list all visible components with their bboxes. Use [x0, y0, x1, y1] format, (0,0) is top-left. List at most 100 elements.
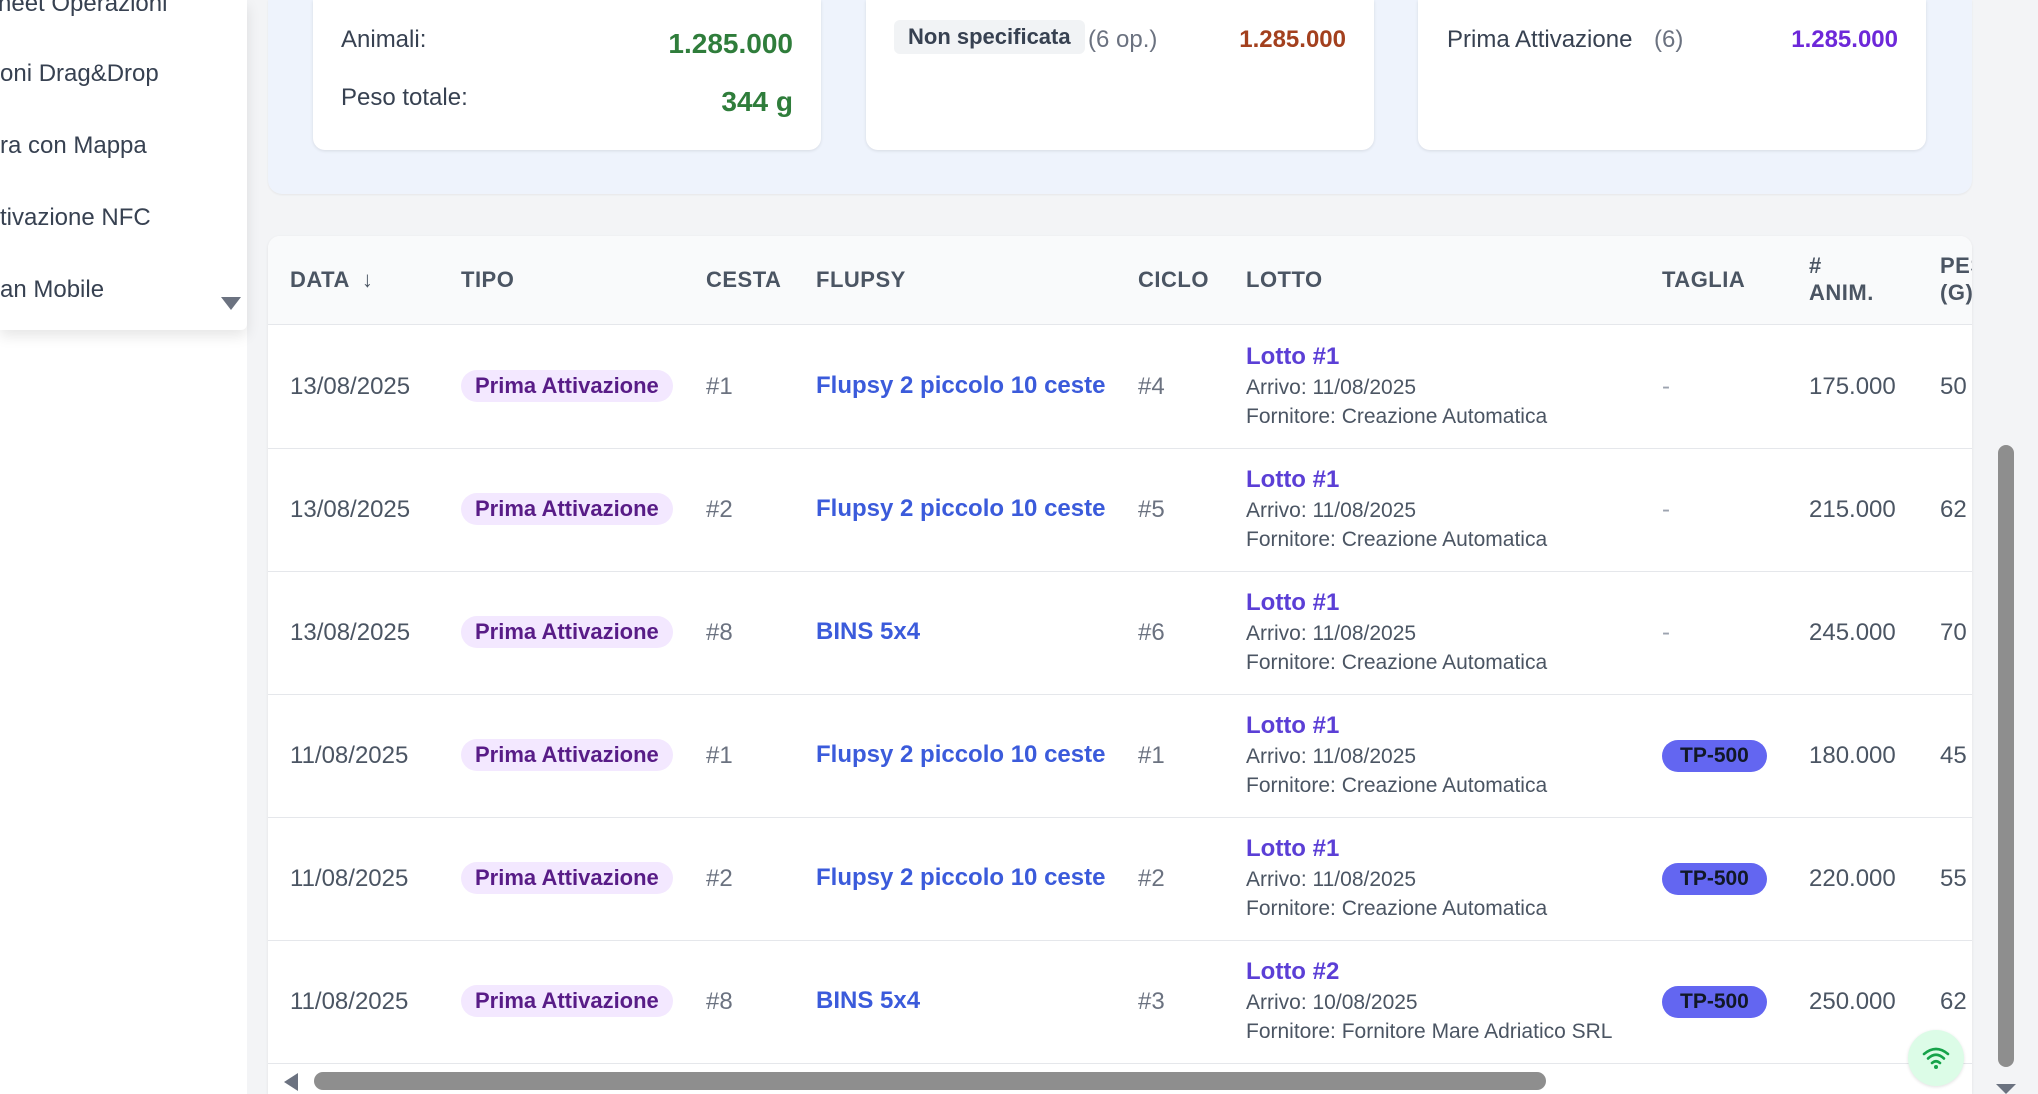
lotto-fornitore: Fornitore: Creazione Automatica: [1246, 897, 1548, 920]
peso-cell: 55: [1940, 865, 1967, 892]
column-header-animali-line1: #: [1809, 253, 1822, 278]
column-header-ciclo[interactable]: CICLO: [1138, 266, 1209, 293]
peso-cell: 62: [1940, 988, 1967, 1015]
animali-cell: 250.000: [1809, 988, 1896, 1015]
lotto-arrivo: Arrivo: 11/08/2025: [1246, 622, 1417, 645]
column-header-animali[interactable]: # ANIM.: [1809, 252, 1874, 306]
cesta-cell: #8: [706, 619, 733, 646]
flupsy-link[interactable]: Flupsy 2 piccolo 10 ceste: [816, 495, 1105, 523]
taglia-count: (6 op.): [1088, 26, 1158, 53]
table-header: DATA ↓ TIPO CESTA FLUPSY CICLO LOTTO TAGL…: [268, 236, 1972, 325]
column-header-tipo[interactable]: TIPO: [461, 266, 514, 293]
peso-cell: 45: [1940, 742, 1967, 769]
column-header-flupsy[interactable]: FLUPSY: [816, 266, 906, 293]
column-header-cesta[interactable]: CESTA: [706, 266, 781, 293]
data-cell: 13/08/2025: [290, 619, 411, 646]
arrow-down-icon: ↓: [361, 267, 374, 292]
stats-card-totals: Animali: 1.285.000 Peso totale: 344 g: [313, 0, 821, 150]
sidebar: heet Operazioni oni Drag&Drop ra con Map…: [0, 0, 247, 1094]
data-cell: 13/08/2025: [290, 496, 411, 523]
data-cell: 13/08/2025: [290, 373, 411, 400]
menu-item-vagliatura-con-mappa[interactable]: ra con Mappa: [0, 132, 147, 160]
lotto-arrivo: Arrivo: 11/08/2025: [1246, 745, 1417, 768]
menu-item-operazioni-drag-drop[interactable]: oni Drag&Drop: [0, 60, 159, 88]
tipo-value: 1.285.000: [1791, 26, 1898, 53]
animali-cell: 215.000: [1809, 496, 1896, 523]
flupsy-link[interactable]: BINS 5x4: [816, 618, 920, 646]
peso-totale-value: 344 g: [721, 86, 793, 117]
menu-item-spreadsheet-operazioni[interactable]: heet Operazioni: [0, 0, 167, 18]
lotto-link[interactable]: Lotto #1: [1246, 712, 1339, 740]
lotto-fornitore: Fornitore: Creazione Automatica: [1246, 528, 1548, 551]
peso-cell: 70: [1940, 619, 1967, 646]
animali-value: 1.285.000: [668, 28, 793, 59]
lotto-link[interactable]: Lotto #1: [1246, 835, 1339, 863]
peso-totale-label: Peso totale:: [341, 84, 468, 111]
taglia-cell: -: [1662, 496, 1670, 523]
column-header-data-label: DATA: [290, 267, 350, 292]
menu-item-scan-mobile[interactable]: an Mobile: [0, 276, 104, 304]
ciclo-cell: #2: [1138, 865, 1165, 892]
ciclo-cell: #3: [1138, 988, 1165, 1015]
scroll-down-icon[interactable]: [221, 297, 241, 310]
taglia-badge: TP-500: [1662, 863, 1767, 895]
cesta-cell: #2: [706, 496, 733, 523]
lotto-arrivo: Arrivo: 10/08/2025: [1246, 991, 1418, 1014]
tipo-count: (6): [1654, 26, 1684, 53]
navigation-dropdown-menu: heet Operazioni oni Drag&Drop ra con Map…: [0, 0, 247, 330]
stats-panel: Animali: 1.285.000 Peso totale: 344 g No…: [268, 0, 1972, 194]
peso-cell: 50: [1940, 373, 1967, 400]
tipo-badge: Prima Attivazione: [461, 493, 673, 525]
cesta-cell: #1: [706, 742, 733, 769]
animali-cell: 180.000: [1809, 742, 1896, 769]
scroll-left-icon[interactable]: [284, 1073, 298, 1091]
tipo-badge: Prima Attivazione: [461, 985, 673, 1017]
tipo-badge: Prima Attivazione: [461, 370, 673, 402]
lotto-arrivo: Arrivo: 11/08/2025: [1246, 868, 1417, 891]
column-header-peso[interactable]: PESO (G): [1940, 252, 1972, 306]
table-row[interactable]: 13/08/2025 Prima Attivazione #8 BINS 5x4…: [268, 571, 1972, 695]
flupsy-link[interactable]: BINS 5x4: [816, 987, 920, 1015]
data-cell: 11/08/2025: [290, 988, 409, 1015]
taglia-badge: Non specificata: [894, 20, 1085, 54]
horizontal-scroll-thumb[interactable]: [314, 1072, 1546, 1090]
vertical-scroll-thumb[interactable]: [1998, 445, 2014, 1067]
ciclo-cell: #4: [1138, 373, 1165, 400]
lotto-link[interactable]: Lotto #1: [1246, 343, 1339, 371]
cesta-cell: #2: [706, 865, 733, 892]
data-cell: 11/08/2025: [290, 742, 409, 769]
scroll-down-arrow-icon[interactable]: [1996, 1084, 2016, 1094]
menu-item-attivazione-nfc[interactable]: tivazione NFC: [0, 204, 151, 232]
lotto-fornitore: Fornitore: Creazione Automatica: [1246, 651, 1548, 674]
flupsy-link[interactable]: Flupsy 2 piccolo 10 ceste: [816, 864, 1105, 892]
horizontal-scrollbar[interactable]: [268, 1064, 1972, 1094]
lotto-link[interactable]: Lotto #2: [1246, 958, 1339, 986]
flupsy-link[interactable]: Flupsy 2 piccolo 10 ceste: [816, 372, 1105, 400]
column-header-lotto[interactable]: LOTTO: [1246, 266, 1323, 293]
lotto-link[interactable]: Lotto #1: [1246, 466, 1339, 494]
table-row[interactable]: 11/08/2025 Prima Attivazione #1 Flupsy 2…: [268, 694, 1972, 818]
taglia-cell: -: [1662, 373, 1670, 400]
lotto-fornitore: Fornitore: Creazione Automatica: [1246, 405, 1548, 428]
vertical-scrollbar[interactable]: [1992, 0, 2038, 1094]
ciclo-cell: #6: [1138, 619, 1165, 646]
lotto-fornitore: Fornitore: Fornitore Mare Adriatico SRL: [1246, 1020, 1613, 1043]
stats-card-taglia: Non specificata (6 op.) 1.285.000: [866, 0, 1374, 150]
lotto-fornitore: Fornitore: Creazione Automatica: [1246, 774, 1548, 797]
table-row[interactable]: 11/08/2025 Prima Attivazione #8 BINS 5x4…: [268, 940, 1972, 1064]
animali-cell: 175.000: [1809, 373, 1896, 400]
flupsy-link[interactable]: Flupsy 2 piccolo 10 ceste: [816, 741, 1105, 769]
cesta-cell: #8: [706, 988, 733, 1015]
column-header-data[interactable]: DATA ↓: [290, 266, 373, 293]
lotto-link[interactable]: Lotto #1: [1246, 589, 1339, 617]
taglia-cell: -: [1662, 619, 1670, 646]
lotto-arrivo: Arrivo: 11/08/2025: [1246, 376, 1417, 399]
connection-status-button[interactable]: [1908, 1030, 1964, 1086]
column-header-taglia[interactable]: TAGLIA: [1662, 266, 1745, 293]
table-row[interactable]: 13/08/2025 Prima Attivazione #2 Flupsy 2…: [268, 448, 1972, 572]
wifi-icon: [1922, 1047, 1950, 1069]
table-row[interactable]: 13/08/2025 Prima Attivazione #1 Flupsy 2…: [268, 325, 1972, 449]
cesta-cell: #1: [706, 373, 733, 400]
table-row[interactable]: 11/08/2025 Prima Attivazione #2 Flupsy 2…: [268, 817, 1972, 941]
tipo-badge: Prima Attivazione: [461, 739, 673, 771]
